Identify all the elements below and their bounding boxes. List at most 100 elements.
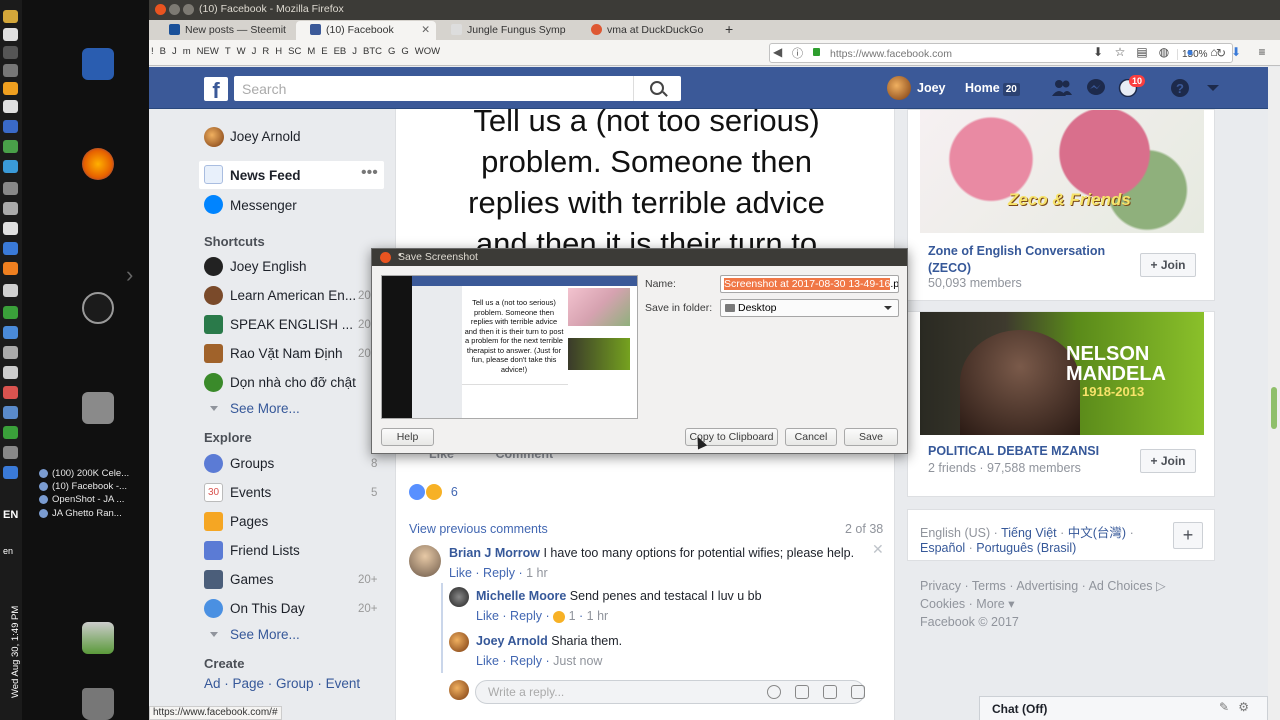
user-arrow-icon[interactable] bbox=[82, 622, 114, 654]
dock-app-icon[interactable] bbox=[3, 46, 18, 59]
emoji-icon[interactable] bbox=[767, 685, 781, 699]
bookmark-item[interactable]: BTC bbox=[363, 46, 382, 57]
bookmark-item[interactable]: R bbox=[262, 46, 269, 57]
dock-app-icon[interactable] bbox=[3, 82, 18, 95]
tab-jungle-fungus[interactable]: Jungle Fungus Symp bbox=[437, 21, 577, 40]
bookmark-item[interactable]: E bbox=[321, 46, 327, 57]
messenger-icon[interactable] bbox=[1086, 79, 1106, 97]
task-entry[interactable]: JA Ghetto Ran... bbox=[39, 508, 122, 519]
comment-like-link[interactable]: Like bbox=[476, 609, 499, 623]
account-menu-chevron-icon[interactable] bbox=[1203, 79, 1223, 97]
facebook-logo-icon[interactable]: f bbox=[204, 77, 228, 101]
comment-author[interactable]: Michelle Moore bbox=[476, 589, 566, 603]
dock-app-icon[interactable] bbox=[3, 346, 18, 359]
create-ad-link[interactable]: Ad bbox=[204, 676, 221, 691]
sidebar-item-games[interactable]: Games bbox=[230, 572, 274, 587]
search-input[interactable] bbox=[234, 76, 634, 101]
create-group-link[interactable]: Group bbox=[276, 676, 314, 691]
post-image[interactable]: Tell us a (not too serious) problem. Som… bbox=[409, 109, 884, 249]
ubuntu-logo-icon[interactable] bbox=[82, 292, 114, 324]
comment-time[interactable]: 1 hr bbox=[587, 609, 609, 623]
tab-duckduckgo[interactable]: vma at DuckDuckGo bbox=[577, 21, 722, 40]
sidebar-item-events[interactable]: Events bbox=[230, 485, 271, 500]
footer-link[interactable]: More bbox=[976, 597, 1004, 611]
bookmark-item[interactable]: T bbox=[225, 46, 231, 57]
see-more-shortcuts-link[interactable]: See More... bbox=[210, 401, 300, 416]
keyboard-layout-indicator[interactable]: EN bbox=[3, 509, 18, 521]
writer-document-icon[interactable] bbox=[82, 48, 114, 80]
home-icon[interactable]: ⌂ bbox=[1207, 45, 1221, 59]
help-button[interactable]: Help bbox=[381, 428, 434, 446]
footer-link[interactable]: Cookies bbox=[920, 597, 965, 611]
sidebar-item-shortcut[interactable]: Joey English bbox=[230, 259, 307, 274]
close-window-icon[interactable] bbox=[155, 4, 166, 15]
bookmark-item[interactable]: G bbox=[388, 46, 395, 57]
facebook-search[interactable] bbox=[234, 76, 681, 101]
close-dialog-icon[interactable] bbox=[380, 252, 391, 263]
task-entry[interactable]: OpenShot - JA ... bbox=[38, 494, 124, 505]
sidebar-item-on-this-day[interactable]: On This Day bbox=[230, 601, 305, 616]
tab-facebook[interactable]: (10) Facebook ✕ bbox=[296, 21, 436, 40]
create-event-link[interactable]: Event bbox=[326, 676, 361, 691]
dock-app-icon[interactable] bbox=[3, 386, 18, 399]
close-icon[interactable]: ✕ bbox=[872, 541, 884, 558]
dock-app-icon[interactable] bbox=[3, 160, 18, 173]
dock-app-icon[interactable] bbox=[3, 182, 18, 195]
sidebar-item-shortcut[interactable]: SPEAK ENGLISH ... bbox=[230, 317, 358, 332]
save-button[interactable]: Save bbox=[844, 428, 898, 446]
download-icon[interactable]: ⬇ bbox=[1229, 45, 1243, 59]
dock-app-icon[interactable] bbox=[3, 64, 18, 77]
bookmark-item[interactable]: B bbox=[160, 46, 166, 57]
comment-time[interactable]: 1 hr bbox=[526, 566, 548, 580]
search-icon[interactable] bbox=[633, 76, 681, 101]
avatar[interactable] bbox=[204, 127, 224, 147]
new-tab-button[interactable]: + bbox=[725, 21, 733, 37]
bookmark-item[interactable]: J bbox=[252, 46, 257, 57]
more-options-icon[interactable]: ••• bbox=[361, 164, 378, 182]
see-more-explore-link[interactable]: See More... bbox=[210, 627, 300, 642]
footer-link[interactable]: Terms bbox=[972, 579, 1006, 593]
sidebar-item-groups[interactable]: Groups bbox=[230, 456, 274, 471]
bookmark-item[interactable]: W bbox=[237, 46, 246, 57]
comment-time[interactable]: Just now bbox=[553, 654, 602, 668]
bookmark-item[interactable]: EB bbox=[334, 46, 347, 57]
task-entry[interactable]: (100) 200K Cele... bbox=[38, 468, 129, 479]
sidebar-item-pages[interactable]: Pages bbox=[230, 514, 268, 529]
dock-app-icon[interactable] bbox=[3, 406, 18, 419]
bookmark-item[interactable]: NEW bbox=[197, 46, 219, 57]
bookmark-item[interactable]: M bbox=[307, 46, 315, 57]
comment-reply-link[interactable]: Reply bbox=[510, 654, 542, 668]
extension-icon[interactable]: ● bbox=[1183, 45, 1197, 59]
filename-field[interactable]: Screenshot at 2017-08-30 13-49-16.png bbox=[720, 275, 899, 293]
comment-like-link[interactable]: Like bbox=[449, 566, 472, 580]
dock-app-icon[interactable] bbox=[3, 120, 18, 133]
window-controls[interactable] bbox=[155, 4, 197, 18]
dock-app-icon[interactable] bbox=[3, 242, 18, 255]
clock[interactable]: Wed Aug 30, 1:49 PM bbox=[0, 606, 21, 698]
comment-author[interactable]: Joey Arnold bbox=[476, 634, 548, 648]
dock-app-icon[interactable] bbox=[3, 100, 18, 113]
bookmark-item[interactable]: ! bbox=[151, 46, 154, 57]
dock-app-icon[interactable] bbox=[3, 366, 18, 379]
sync-icon[interactable]: ◍ bbox=[1157, 45, 1171, 59]
dock-app-icon[interactable] bbox=[3, 140, 18, 153]
dialog-menu-icon[interactable]: • bbox=[398, 249, 901, 261]
info-icon[interactable]: ⓘ bbox=[792, 45, 803, 61]
sidebar-item-shortcut[interactable]: Learn American En... bbox=[230, 288, 358, 303]
group-name-link[interactable]: POLITICAL DEBATE MZANSI bbox=[928, 443, 1128, 460]
bookmark-item[interactable]: SC bbox=[288, 46, 301, 57]
scrollbar-thumb[interactable] bbox=[1271, 387, 1277, 429]
group-cover-image[interactable]: Zeco & Friends bbox=[920, 110, 1204, 233]
sidebar-item-news-feed[interactable]: News Feed bbox=[230, 168, 301, 183]
footer-link[interactable]: Advertising bbox=[1016, 579, 1078, 593]
url-text[interactable]: https://www.facebook.com bbox=[830, 48, 952, 60]
comment-reaction-count[interactable]: 1 bbox=[569, 609, 576, 623]
language-link[interactable]: Tiếng Việt bbox=[1001, 526, 1057, 540]
language-link[interactable]: Español bbox=[920, 541, 965, 555]
profile-link[interactable]: Joey bbox=[917, 81, 946, 95]
files-cabinet-icon[interactable] bbox=[82, 392, 114, 424]
back-arrow-icon[interactable]: ◀ bbox=[773, 45, 782, 59]
dock-app-icon[interactable] bbox=[3, 466, 18, 479]
bookmark-star-icon[interactable]: ☆ bbox=[1113, 45, 1127, 59]
bookmark-item[interactable]: J bbox=[172, 46, 177, 57]
